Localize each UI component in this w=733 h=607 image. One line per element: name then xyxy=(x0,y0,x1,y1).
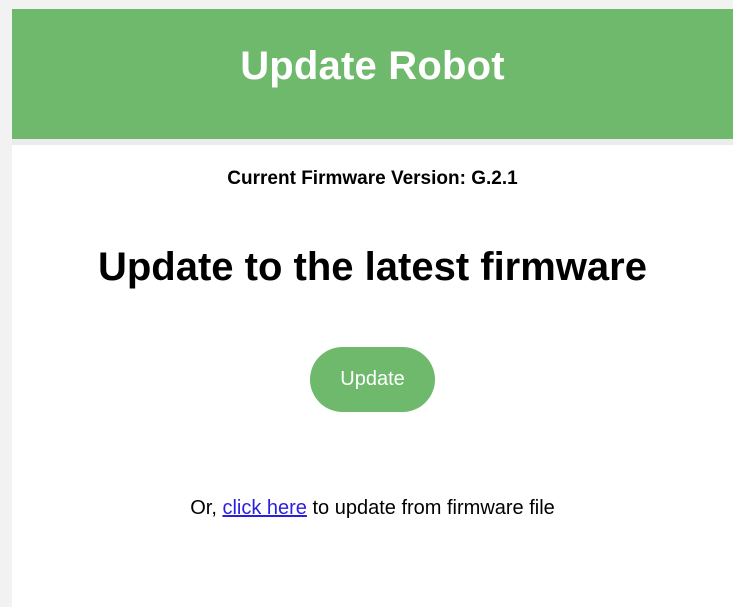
page-container: Update Robot Current Firmware Version: G… xyxy=(12,9,733,607)
click-here-link[interactable]: click here xyxy=(222,497,306,519)
alt-prefix-text: Or, xyxy=(190,497,223,519)
header-bar: Update Robot xyxy=(12,9,733,139)
firmware-version-text: Current Firmware Version: G.2.1 xyxy=(12,145,733,191)
firmware-version-value: G.2.1 xyxy=(471,168,518,189)
alt-suffix-text: to update from firmware file xyxy=(306,497,555,519)
main-content: Current Firmware Version: G.2.1 Update t… xyxy=(12,145,733,520)
firmware-file-option: Or, click here to update from firmware f… xyxy=(12,412,733,520)
firmware-version-label: Current Firmware Version: xyxy=(227,168,472,189)
update-button[interactable]: Update xyxy=(310,347,435,412)
update-heading: Update to the latest firmware xyxy=(97,245,647,289)
page-title: Update Robot xyxy=(240,43,505,88)
